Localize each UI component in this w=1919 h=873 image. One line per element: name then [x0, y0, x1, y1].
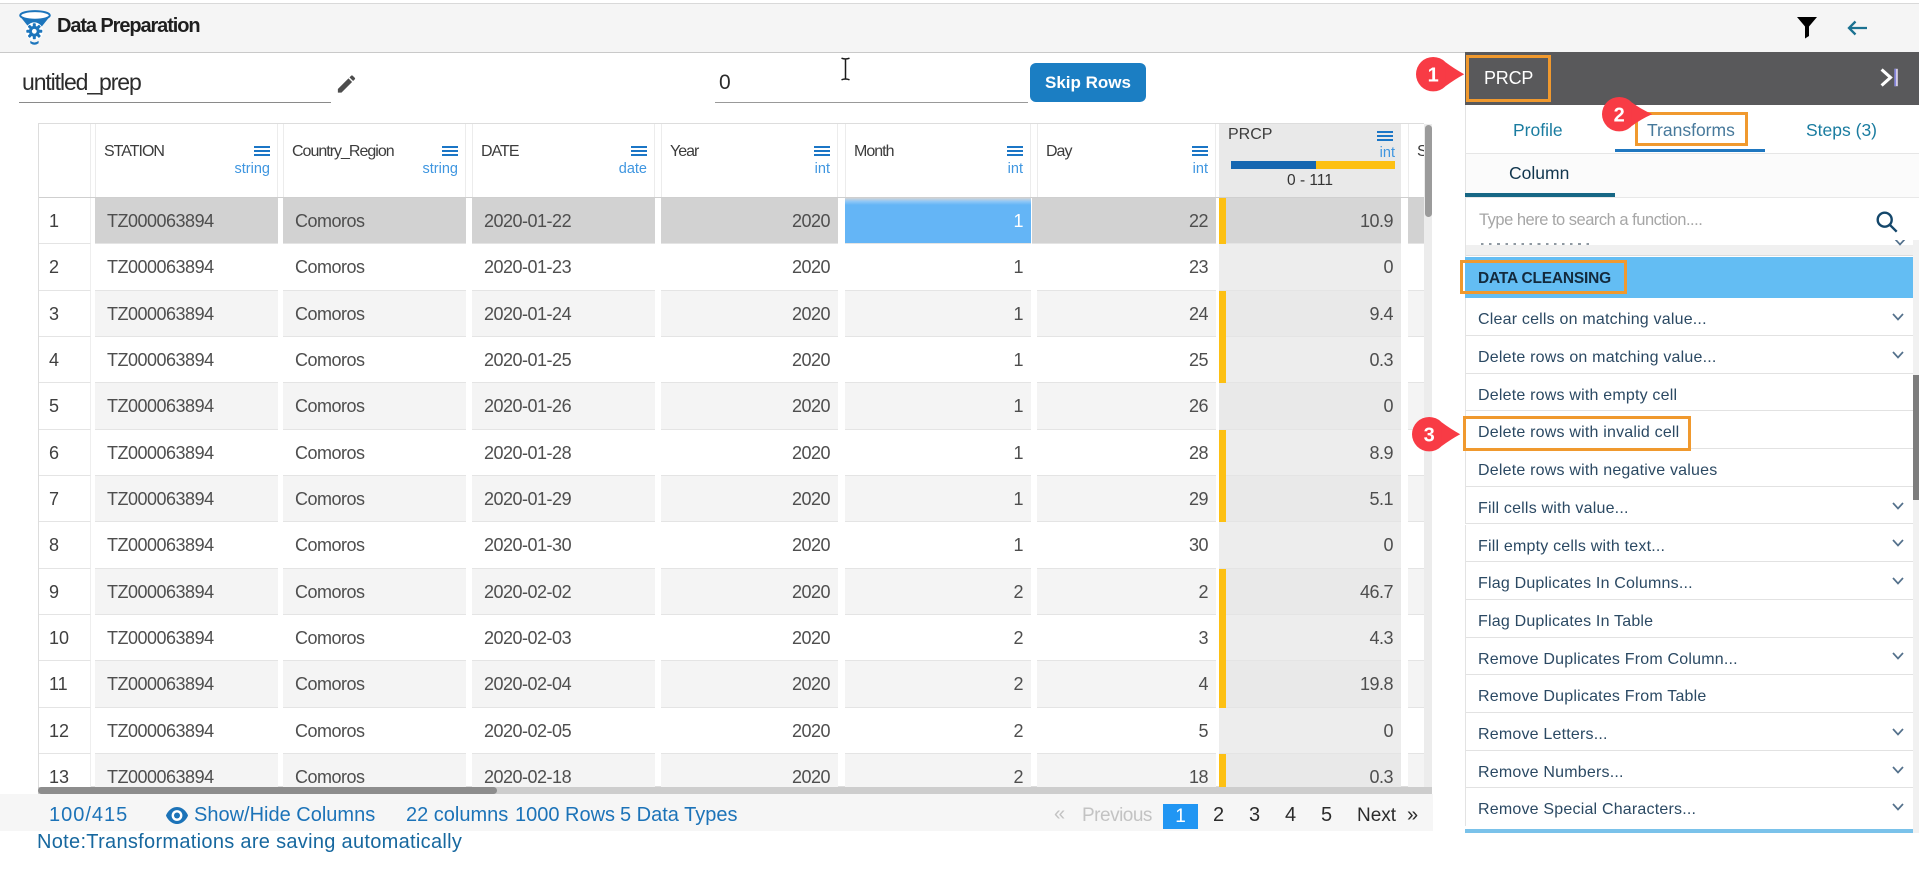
svg-text:3: 3	[1423, 424, 1434, 446]
svg-text:1: 1	[1427, 64, 1438, 86]
svg-text:2: 2	[1613, 104, 1624, 126]
